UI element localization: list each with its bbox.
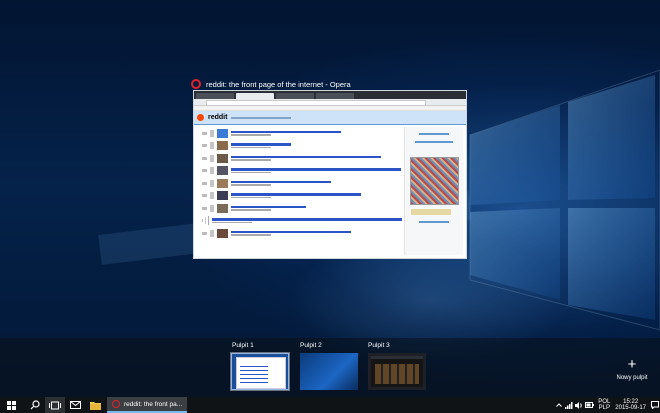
- list-item: [202, 202, 402, 215]
- desktop-1-thumbnail[interactable]: [230, 352, 290, 391]
- reddit-post-list: [202, 127, 402, 240]
- window-title: reddit: the front page of the internet -…: [206, 79, 351, 89]
- clock[interactable]: 15:22 2015-09-17: [615, 399, 646, 412]
- list-item: [202, 177, 402, 190]
- input-language[interactable]: POL PLP: [598, 399, 610, 412]
- network-icon[interactable]: [564, 397, 574, 413]
- window-thumbnail[interactable]: reddit: [193, 90, 467, 259]
- windows-logo-icon: [6, 400, 16, 410]
- reddit-logo: reddit: [208, 114, 228, 121]
- list-item: [202, 190, 402, 203]
- file-explorer-button[interactable]: [85, 397, 105, 413]
- list-item: [202, 127, 402, 140]
- task-view-icon: [49, 401, 61, 409]
- new-desktop-label: Nowy pulpit: [616, 375, 648, 381]
- reddit-alien-icon: [197, 114, 204, 121]
- start-button[interactable]: [3, 397, 19, 413]
- webpage-preview: reddit: [194, 111, 466, 258]
- desktop-2-thumbnail[interactable]: [300, 353, 358, 390]
- opera-icon: [191, 79, 201, 89]
- system-tray: POL PLP 15:22 2015-09-17: [554, 397, 660, 413]
- battery-icon[interactable]: [584, 397, 594, 413]
- clock-date: 2015-09-17: [615, 405, 646, 411]
- chevron-up-icon[interactable]: [554, 397, 564, 413]
- reddit-header: reddit: [194, 111, 466, 125]
- reddit-nav: [231, 116, 292, 119]
- volume-icon[interactable]: [574, 397, 584, 413]
- mail-icon: [69, 401, 81, 409]
- plus-icon: +: [627, 356, 637, 373]
- notification-icon: [651, 401, 659, 409]
- mail-button[interactable]: [65, 397, 85, 413]
- search-icon: [30, 400, 40, 410]
- reddit-sidebar: [404, 127, 463, 255]
- list-item: [202, 227, 402, 240]
- browser-address-bar: [194, 99, 466, 106]
- list-item: [202, 165, 402, 178]
- taskbar-app-label: reddit: the front pa...: [124, 400, 183, 408]
- file-explorer-icon: [89, 401, 101, 410]
- sidebar-ad-image: [410, 157, 459, 205]
- desktop-3-label: Pulpit 3: [368, 342, 390, 349]
- keyboard-layout: PLP: [598, 405, 610, 411]
- browser-tab-strip: [194, 91, 466, 99]
- desktop-1-label: Pulpit 1: [232, 342, 254, 349]
- list-item: [202, 215, 402, 228]
- list-item: [202, 152, 402, 165]
- desktop-3-thumbnail[interactable]: [368, 353, 426, 390]
- taskbar: reddit: the front pa... POL PLP 15:22 20…: [0, 397, 660, 413]
- task-view-window[interactable]: reddit: the front page of the internet -…: [191, 77, 468, 259]
- new-desktop-button[interactable]: + Nowy pulpit: [612, 357, 652, 381]
- list-item: [202, 140, 402, 153]
- opera-icon: [112, 400, 120, 408]
- desktop-2-label: Pulpit 2: [300, 342, 322, 349]
- task-view-button[interactable]: [45, 397, 65, 413]
- search-button[interactable]: [25, 397, 45, 413]
- window-title-bar[interactable]: reddit: the front page of the internet -…: [191, 77, 351, 91]
- action-center-button[interactable]: [650, 397, 660, 413]
- taskbar-opera-app[interactable]: reddit: the front pa...: [107, 397, 188, 413]
